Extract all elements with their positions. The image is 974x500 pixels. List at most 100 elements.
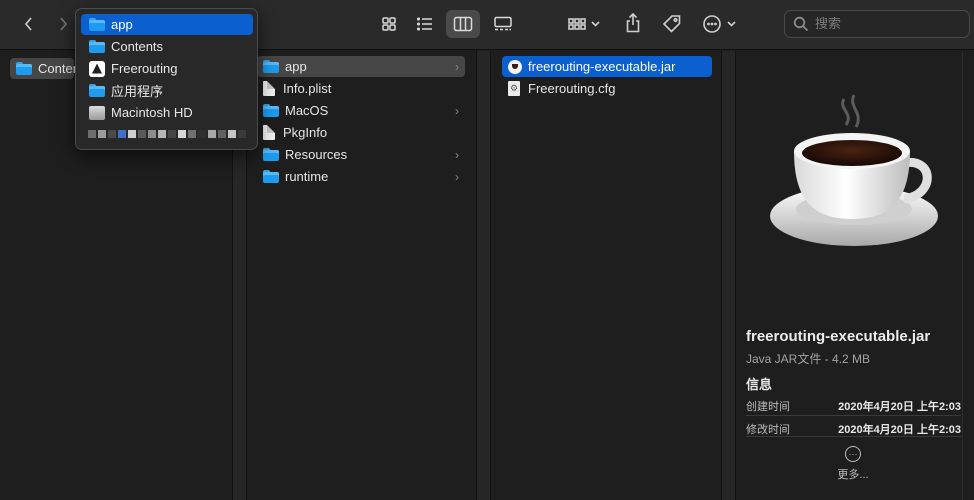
chevron-right-icon: › bbox=[455, 103, 459, 118]
redacted-pixel bbox=[218, 130, 226, 138]
group-grid-icon bbox=[568, 18, 600, 30]
group-button[interactable] bbox=[566, 13, 606, 35]
column2-item-label: Info.plist bbox=[283, 81, 332, 96]
column-3: freerouting-executable.jar ⚙ Freerouting… bbox=[492, 51, 720, 500]
redacted-pixel bbox=[188, 130, 196, 138]
icon-view-button[interactable] bbox=[372, 10, 406, 38]
folder-icon bbox=[263, 170, 279, 183]
folder-icon bbox=[16, 62, 32, 75]
ellipsis-circle-icon bbox=[703, 15, 736, 33]
info-divider bbox=[746, 436, 961, 437]
document-icon bbox=[263, 125, 275, 140]
column2-item-app[interactable]: app › bbox=[257, 56, 465, 77]
redacted-pixel bbox=[98, 130, 106, 138]
chevron-right-icon: › bbox=[455, 147, 459, 162]
back-button[interactable] bbox=[18, 13, 40, 35]
info-key: 创建时间 bbox=[746, 401, 790, 413]
document-icon bbox=[263, 81, 275, 96]
redacted-pixel bbox=[88, 130, 96, 138]
redacted-pixel bbox=[178, 130, 186, 138]
config-file-icon: ⚙ bbox=[508, 81, 520, 96]
list-icon bbox=[416, 17, 432, 31]
chevron-right-icon: › bbox=[455, 59, 459, 74]
path-menu-item-label: Macintosh HD bbox=[111, 105, 193, 120]
grid-icon bbox=[382, 17, 396, 31]
chevron-right-icon bbox=[60, 17, 68, 31]
redacted-pixel bbox=[148, 130, 156, 138]
column3-item-cfg[interactable]: ⚙ Freerouting.cfg bbox=[502, 78, 712, 99]
redacted-pixel bbox=[138, 130, 146, 138]
share-button[interactable] bbox=[622, 11, 644, 35]
action-button[interactable] bbox=[702, 13, 740, 35]
column2-item-resources[interactable]: Resources › bbox=[257, 144, 465, 165]
redacted-pixel bbox=[198, 130, 206, 138]
info-heading: 信息 bbox=[746, 377, 773, 392]
tag-icon bbox=[662, 15, 681, 33]
info-divider bbox=[746, 415, 961, 416]
path-menu-item-app[interactable]: app bbox=[81, 14, 253, 35]
path-menu-item-label: Contents bbox=[111, 39, 164, 54]
column1-item-contents[interactable]: Contents bbox=[10, 58, 90, 79]
column-divider[interactable] bbox=[721, 51, 736, 500]
columns-icon bbox=[453, 16, 473, 32]
column2-item-label: app bbox=[285, 59, 307, 74]
redacted-pixel bbox=[108, 130, 116, 138]
list-view-button[interactable] bbox=[408, 10, 442, 38]
more-label: 更多... bbox=[837, 469, 869, 481]
java-coffee-cup-icon bbox=[770, 94, 938, 246]
info-row-modified: 修改时间 2020年4月20日 上午2:03 bbox=[746, 419, 961, 436]
folder-icon bbox=[89, 84, 105, 97]
folder-icon bbox=[263, 60, 279, 73]
redacted-pixel bbox=[208, 130, 216, 138]
column2-item-label: runtime bbox=[285, 169, 329, 184]
search-field[interactable] bbox=[784, 10, 970, 38]
path-menu-item-contents[interactable]: Contents bbox=[81, 36, 253, 57]
view-mode-group bbox=[372, 10, 520, 38]
info-row-created: 创建时间 2020年4月20日 上午2:03 bbox=[746, 396, 961, 413]
column-view-button[interactable] bbox=[446, 10, 480, 38]
share-icon bbox=[626, 13, 640, 33]
path-menu-item-label: 应用程序 bbox=[111, 84, 164, 99]
column2-item-pkginfo[interactable]: PkgInfo bbox=[257, 122, 465, 143]
search-input[interactable] bbox=[815, 16, 965, 32]
column3-item-label: Freerouting.cfg bbox=[528, 81, 616, 96]
column-divider[interactable] bbox=[476, 51, 491, 500]
gallery-icon bbox=[494, 16, 512, 31]
info-value: 2020年4月20日 上午2:03 bbox=[838, 401, 961, 413]
redacted-pixel bbox=[228, 130, 236, 138]
info-key: 修改时间 bbox=[746, 424, 790, 436]
redacted-pixel bbox=[128, 130, 136, 138]
folder-icon bbox=[263, 148, 279, 161]
search-icon bbox=[793, 16, 809, 32]
column2-item-macos[interactable]: MacOS › bbox=[257, 100, 465, 121]
forward-button[interactable] bbox=[52, 13, 74, 35]
path-menu-item-label: Freerouting bbox=[111, 61, 178, 76]
folder-icon bbox=[89, 18, 105, 31]
column2-item-info-plist[interactable]: Info.plist bbox=[257, 78, 465, 99]
path-menu-item-freerouting[interactable]: Freerouting bbox=[81, 58, 253, 79]
path-popup-menu: app Contents Freerouting 应用程序 Macintosh … bbox=[75, 8, 258, 150]
tag-button[interactable] bbox=[660, 12, 684, 36]
app-icon bbox=[89, 60, 105, 77]
column2-item-runtime[interactable]: runtime › bbox=[257, 166, 465, 187]
column-2: app › Info.plist MacOS › PkgInfo Resourc… bbox=[247, 51, 475, 500]
more-button[interactable]: ··· 更多... bbox=[830, 446, 876, 482]
path-menu-item-macintosh-hd[interactable]: Macintosh HD bbox=[81, 102, 253, 123]
ellipsis-icon: ··· bbox=[845, 446, 861, 462]
gallery-view-button[interactable] bbox=[486, 10, 520, 38]
redacted-computer-name[interactable] bbox=[88, 126, 246, 142]
column2-item-label: PkgInfo bbox=[283, 125, 328, 140]
column3-item-label: freerouting-executable.jar bbox=[528, 59, 676, 74]
redacted-pixel bbox=[238, 130, 246, 138]
preview-scrollbar[interactable] bbox=[962, 51, 974, 500]
preview-file-name: freerouting-executable.jar bbox=[746, 328, 931, 345]
column2-item-label: MacOS bbox=[285, 103, 329, 118]
path-menu-item-applications[interactable]: 应用程序 bbox=[81, 80, 253, 101]
column2-item-label: Resources bbox=[285, 147, 348, 162]
redacted-pixel bbox=[168, 130, 176, 138]
column3-item-jar[interactable]: freerouting-executable.jar bbox=[502, 56, 712, 77]
redacted-pixel bbox=[158, 130, 166, 138]
jar-file-icon bbox=[508, 59, 522, 74]
redacted-pixel bbox=[118, 130, 126, 138]
chevron-right-icon: › bbox=[455, 169, 459, 184]
